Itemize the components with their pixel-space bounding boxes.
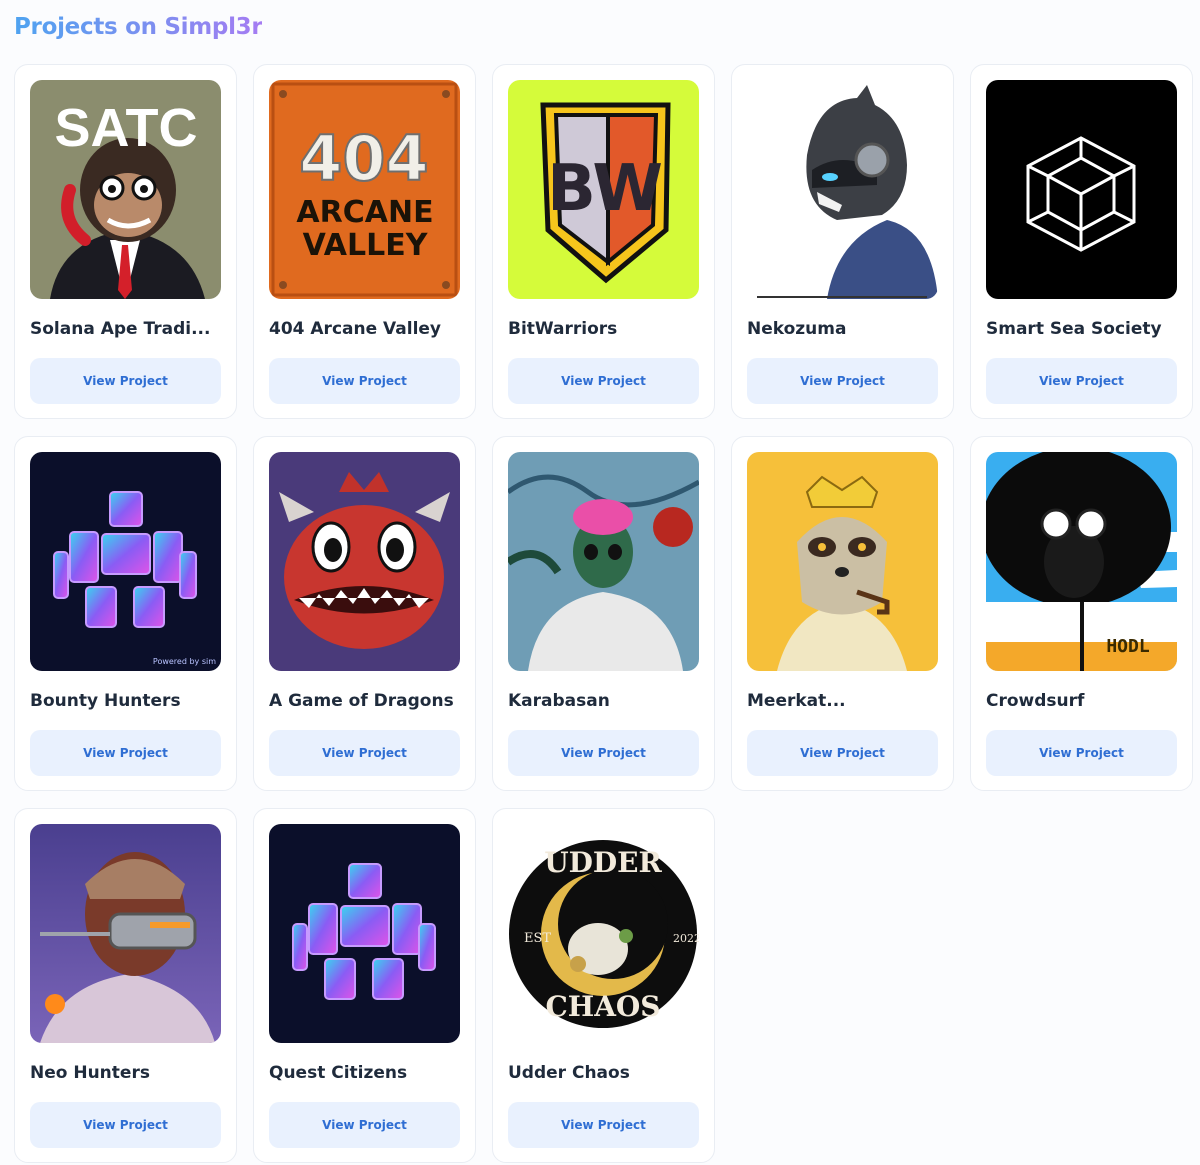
logo-valley: VALLEY bbox=[303, 228, 429, 263]
project-card: A Game of Dragons View Project bbox=[253, 436, 476, 791]
powered-by-text: Powered by sim bbox=[153, 657, 216, 666]
view-project-button[interactable]: View Project bbox=[508, 1102, 699, 1148]
view-project-button[interactable]: View Project bbox=[508, 358, 699, 404]
logo-chaos: CHAOS bbox=[545, 990, 660, 1023]
project-card: Meerkat... View Project bbox=[731, 436, 954, 791]
project-card: Powered by sim Bounty Hunters View Proje… bbox=[14, 436, 237, 791]
project-image-masked-hunter[interactable] bbox=[30, 824, 221, 1043]
view-project-button[interactable]: View Project bbox=[30, 730, 221, 776]
page-title: Projects on Simpl3r bbox=[14, 14, 263, 40]
project-name: Neo Hunters bbox=[30, 1063, 150, 1083]
view-project-button[interactable]: View Project bbox=[269, 730, 460, 776]
project-name: Karabasan bbox=[508, 691, 610, 711]
project-card: BW BitWarriors View Project bbox=[492, 64, 715, 419]
project-name: Nekozuma bbox=[747, 319, 847, 339]
project-name: Solana Ape Tradi... bbox=[30, 319, 211, 339]
project-name: Meerkat... bbox=[747, 691, 846, 711]
project-card: 404 ARCANE VALLEY 404 Arcane Valley View… bbox=[253, 64, 476, 419]
project-card: Smart Sea Society View Project bbox=[970, 64, 1193, 419]
project-image-arcane-logo[interactable]: 404 ARCANE VALLEY bbox=[269, 80, 460, 299]
logo-arcane: ARCANE bbox=[296, 195, 433, 230]
project-card: Karabasan View Project bbox=[492, 436, 715, 791]
logo-text: BW bbox=[547, 152, 663, 226]
project-image-ape-avatar[interactable]: SATC bbox=[30, 80, 221, 299]
view-project-button[interactable]: View Project bbox=[986, 358, 1177, 404]
logo-est: EST bbox=[524, 931, 551, 946]
logo-udder: UDDER bbox=[544, 846, 662, 879]
view-project-button[interactable]: View Project bbox=[508, 730, 699, 776]
project-card: Quest Citizens View Project bbox=[253, 808, 476, 1163]
project-image-shield-logo[interactable]: BW bbox=[508, 80, 699, 299]
project-name: Bounty Hunters bbox=[30, 691, 181, 711]
project-image-dragon-face[interactable] bbox=[269, 452, 460, 671]
project-name: Smart Sea Society bbox=[986, 319, 1162, 339]
project-image-cube-logo[interactable] bbox=[986, 80, 1177, 299]
project-image-afro-character[interactable]: HODL bbox=[986, 452, 1177, 671]
project-image-skull-hoodie[interactable] bbox=[508, 452, 699, 671]
view-project-button[interactable]: View Project bbox=[986, 730, 1177, 776]
project-image-cow-badge[interactable]: UDDER CHAOS EST 2022 bbox=[508, 824, 699, 1043]
project-card: Neo Hunters View Project bbox=[14, 808, 237, 1163]
view-project-button[interactable]: View Project bbox=[747, 730, 938, 776]
project-image-neon-glyph[interactable]: Powered by sim bbox=[30, 452, 221, 671]
logo-text: HODL bbox=[1106, 636, 1150, 657]
view-project-button[interactable]: View Project bbox=[30, 358, 221, 404]
view-project-button[interactable]: View Project bbox=[30, 1102, 221, 1148]
project-image-meerkat-king[interactable] bbox=[747, 452, 938, 671]
project-name: 404 Arcane Valley bbox=[269, 319, 442, 339]
view-project-button[interactable]: View Project bbox=[269, 1102, 460, 1148]
logo-year: 2022 bbox=[673, 932, 699, 945]
view-project-button[interactable]: View Project bbox=[747, 358, 938, 404]
project-card: UDDER CHAOS EST 2022 Udder Chaos View Pr… bbox=[492, 808, 715, 1163]
logo-404: 404 bbox=[299, 122, 428, 195]
project-grid: SATC Solana Ape Tradi... View Project 40… bbox=[14, 64, 1193, 1163]
logo-text: SATC bbox=[55, 98, 198, 158]
project-name: Quest Citizens bbox=[269, 1063, 408, 1083]
project-image-neon-glyph[interactable] bbox=[269, 824, 460, 1043]
project-name: A Game of Dragons bbox=[269, 691, 454, 711]
project-card: HODL Crowdsurf View Project bbox=[970, 436, 1193, 791]
project-image-cat-warrior[interactable] bbox=[747, 80, 938, 299]
project-card: Nekozuma View Project bbox=[731, 64, 954, 419]
project-name: BitWarriors bbox=[508, 319, 618, 339]
project-name: Crowdsurf bbox=[986, 691, 1085, 711]
project-name: Udder Chaos bbox=[508, 1063, 630, 1083]
view-project-button[interactable]: View Project bbox=[269, 358, 460, 404]
project-card: SATC Solana Ape Tradi... View Project bbox=[14, 64, 237, 419]
